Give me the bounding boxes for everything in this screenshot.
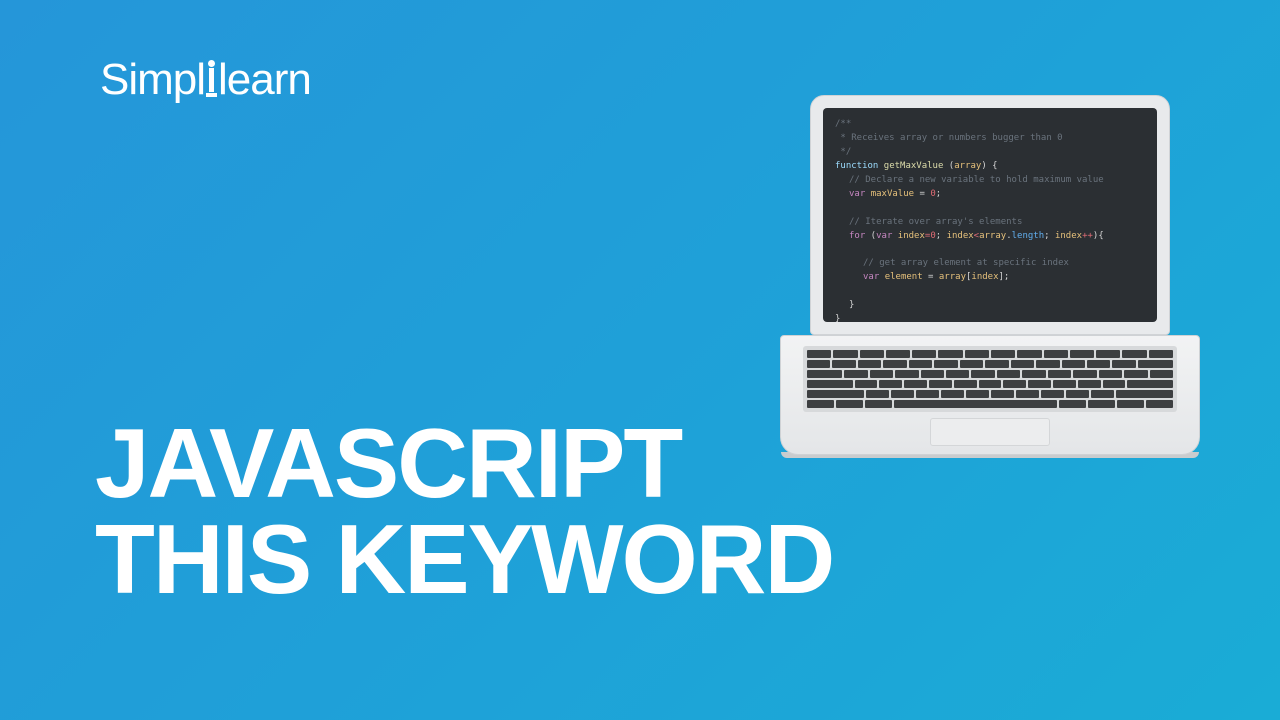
trackpad-icon <box>930 418 1050 446</box>
laptop-deck <box>780 335 1200 455</box>
main-title: JAVASCRIPT THIS KEYWORD <box>95 415 833 607</box>
keyboard-icon <box>803 346 1177 412</box>
title-line-1: JAVASCRIPT <box>95 415 833 511</box>
laptop-lid: /** * Receives array or numbers bugger t… <box>810 95 1170 335</box>
brand-i-icon <box>206 60 217 97</box>
title-line-2: THIS KEYWORD <box>95 511 833 607</box>
brand-text-1: Simpl <box>100 55 205 105</box>
laptop-screen: /** * Receives array or numbers bugger t… <box>823 108 1157 322</box>
laptop-illustration: /** * Receives array or numbers bugger t… <box>780 95 1200 455</box>
brand-logo: Simpl learn <box>100 55 311 105</box>
brand-text-2: learn <box>218 55 311 105</box>
